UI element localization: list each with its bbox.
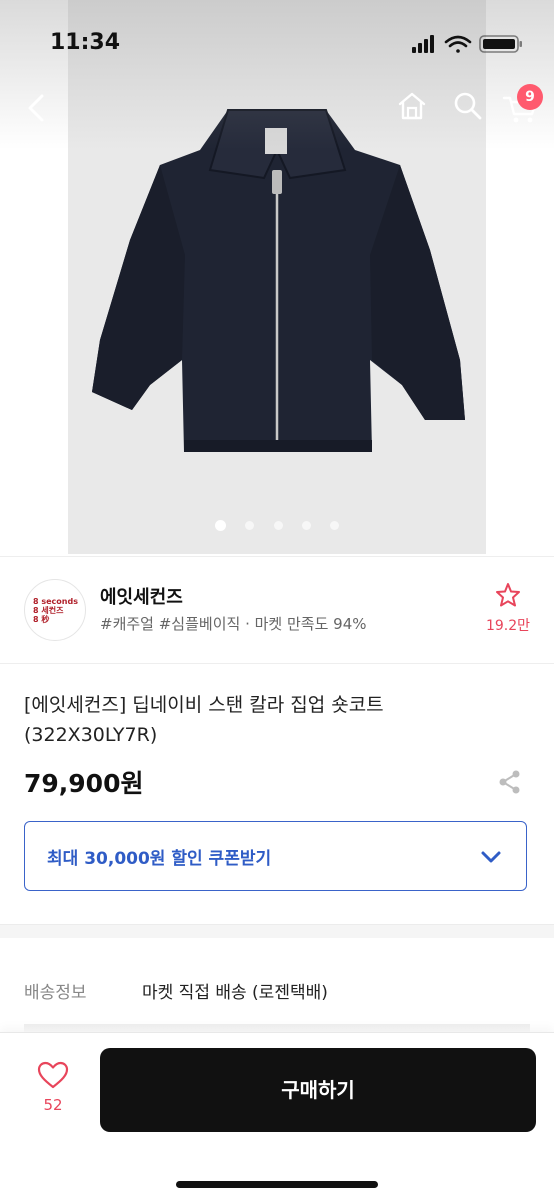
chevron-left-icon[interactable]	[18, 86, 62, 130]
like-count: 52	[43, 1096, 63, 1114]
signal-icon	[412, 35, 434, 53]
logo-line: 8 秒	[33, 615, 50, 624]
product-title-line: [에잇세컨즈] 딥네이비 스탠 칼라 집업 숏코트	[24, 694, 384, 716]
shipping-value: 마켓 직접 배송 (로젠택배)	[142, 983, 328, 1003]
product-title: [에잇세컨즈] 딥네이비 스탠 칼라 집업 숏코트 (322X30LY7R)	[24, 690, 524, 750]
chevron-down-icon	[481, 851, 501, 863]
cart-count-badge: 9	[517, 84, 543, 110]
pagination-dot[interactable]	[301, 521, 311, 530]
star-icon[interactable]	[494, 581, 522, 609]
status-time: 11:34	[50, 30, 121, 55]
like-button[interactable]: 52	[30, 1060, 76, 1120]
home-icon[interactable]	[392, 86, 432, 126]
pagination-dot[interactable]	[329, 521, 339, 530]
logo-line: 8 세컨즈	[33, 606, 64, 615]
battery-icon	[479, 35, 522, 53]
wifi-icon	[444, 35, 472, 53]
seller-name[interactable]: 에잇세컨즈	[100, 583, 183, 609]
gallery-pagination	[0, 515, 554, 531]
share-icon[interactable]	[496, 768, 524, 796]
shipping-label: 배송정보	[24, 983, 87, 1003]
status-icons	[412, 35, 522, 53]
search-icon[interactable]	[448, 86, 488, 126]
coupon-button[interactable]: 최대 30,000원 할인 쿠폰받기	[24, 821, 527, 891]
status-bar: 11:34	[0, 0, 554, 86]
logo-line: 8 seconds	[33, 597, 78, 606]
home-indicator	[176, 1181, 378, 1188]
product-code: (322X30LY7R)	[24, 724, 158, 746]
coupon-label: 최대 30,000원 할인 쿠폰받기	[47, 849, 272, 869]
buy-button[interactable]: 구매하기	[100, 1048, 536, 1132]
favorite-count: 19.2만	[485, 618, 531, 634]
heart-icon	[37, 1061, 69, 1089]
seller-logo[interactable]: 8 seconds 8 세컨즈 8 秒	[24, 579, 86, 641]
pagination-dot[interactable]	[273, 521, 283, 530]
product-price: 79,900원	[24, 769, 144, 798]
section-divider	[0, 924, 554, 938]
seller-row[interactable]: 8 seconds 8 세컨즈 8 秒 에잇세컨즈 #캐주얼 #심플베이직 · …	[0, 556, 554, 664]
seller-tags: #캐주얼 #심플베이직 · 마켓 만족도 94%	[100, 615, 367, 633]
